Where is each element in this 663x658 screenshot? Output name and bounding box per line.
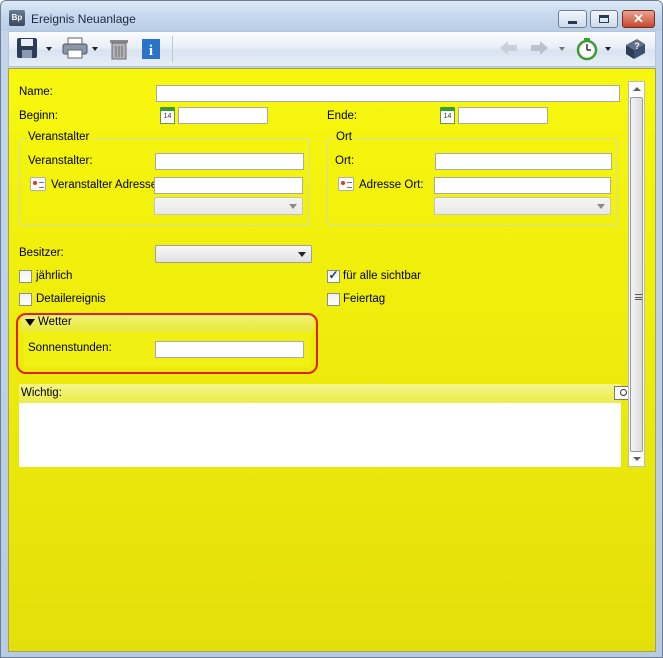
save-icon [17, 38, 37, 58]
form-area: Name: Beginn: 14 Ende: 14 Veranstalter V… [8, 68, 656, 652]
back-button[interactable] [498, 37, 520, 61]
scroll-down-icon[interactable] [633, 457, 641, 461]
address-card-icon[interactable] [30, 177, 46, 191]
info-button[interactable]: i [140, 37, 162, 61]
detailereignis-checkbox[interactable] [19, 293, 32, 306]
wichtig-header: Wichtig: [19, 384, 630, 403]
feiertag-label: Feiertag [343, 293, 386, 305]
forward-arrow-icon [531, 41, 548, 55]
form-scrollbar[interactable] [628, 81, 645, 467]
help-button[interactable]: ? [623, 37, 647, 61]
grip-icon [635, 294, 642, 300]
forward-button[interactable] [528, 37, 550, 61]
timer-icon [576, 38, 598, 61]
info-icon: i [142, 39, 160, 59]
veranstalter-adresse-dropdown[interactable] [154, 197, 303, 215]
app-icon: Bp [9, 10, 25, 26]
close-icon: ✕ [633, 11, 644, 26]
chevron-down-icon [597, 204, 605, 209]
veranstalter-group-title: Veranstalter [26, 131, 92, 143]
veranstalter-input[interactable] [155, 153, 304, 170]
checkmark-icon: ✓ [328, 268, 339, 282]
ort-input[interactable] [435, 153, 612, 170]
adresse-ort-label: Adresse Ort: [359, 179, 424, 191]
veranstalter-adresse-label: Veranstalter Adresse: [51, 179, 161, 191]
besitzer-label: Besitzer: [19, 247, 64, 259]
delete-button[interactable] [108, 37, 130, 61]
address-card-icon[interactable] [338, 177, 354, 191]
name-label: Name: [19, 86, 53, 98]
print-icon [62, 37, 88, 59]
window-title: Ereignis Neuanlage [31, 12, 136, 26]
maximize-icon [599, 15, 609, 23]
besitzer-dropdown[interactable] [155, 245, 312, 263]
event-window: Bp Ereignis Neuanlage ✕ i ? Name: Beginn… [0, 0, 663, 658]
fuer-alle-sichtbar-checkbox[interactable]: ✓ [327, 268, 340, 283]
veranstalter-adresse-input[interactable] [154, 177, 303, 194]
chevron-down-icon [289, 204, 297, 209]
adresse-ort-input[interactable] [434, 177, 611, 194]
print-dropdown-arrow[interactable] [92, 47, 98, 51]
ende-input[interactable] [458, 107, 548, 124]
timer-dropdown-arrow[interactable] [605, 47, 611, 51]
toolbar: i ? [8, 31, 656, 67]
chevron-down-icon [298, 252, 306, 257]
calendar-icon[interactable]: 14 [440, 107, 455, 124]
forward-dropdown-arrow[interactable] [559, 47, 565, 51]
ort-label: Ort: [335, 155, 355, 167]
jaehrlich-label: jährlich [36, 270, 73, 282]
adresse-ort-dropdown[interactable] [434, 197, 611, 215]
wichtig-textarea[interactable] [19, 403, 621, 467]
minimize-icon [568, 21, 577, 24]
help-book-icon: ? [626, 39, 645, 59]
title-bar[interactable]: Bp Ereignis Neuanlage ✕ [1, 1, 662, 31]
jaehrlich-checkbox[interactable] [19, 270, 32, 283]
beginn-label: Beginn: [19, 110, 59, 122]
minimize-button[interactable] [558, 10, 587, 28]
help-glyph: ? [634, 41, 640, 51]
info-glyph: i [149, 43, 153, 59]
timer-button[interactable] [575, 37, 599, 61]
detailereignis-label: Detailereignis [36, 293, 106, 305]
back-arrow-icon [500, 41, 517, 55]
toolbar-separator [172, 36, 173, 62]
save-button[interactable] [16, 37, 40, 61]
ort-group-title: Ort [334, 131, 354, 143]
scroll-up-icon[interactable] [633, 87, 641, 91]
calendar-icon[interactable]: 14 [160, 107, 175, 124]
wichtig-label: Wichtig: [21, 387, 62, 399]
close-button[interactable]: ✕ [622, 10, 655, 28]
trash-icon [110, 40, 128, 60]
ende-label: Ende: [327, 110, 358, 122]
name-input[interactable] [156, 85, 620, 102]
wetter-highlight-outline [16, 313, 318, 374]
feiertag-checkbox[interactable] [327, 293, 340, 306]
save-dropdown-arrow[interactable] [46, 47, 52, 51]
beginn-input[interactable] [178, 107, 268, 124]
veranstalter-label: Veranstalter: [28, 155, 93, 167]
print-button[interactable] [62, 37, 88, 61]
maximize-button[interactable] [590, 10, 618, 28]
fuer-alle-sichtbar-label: für alle sichtbar [343, 270, 421, 282]
scrollbar-thumb[interactable] [630, 97, 643, 452]
